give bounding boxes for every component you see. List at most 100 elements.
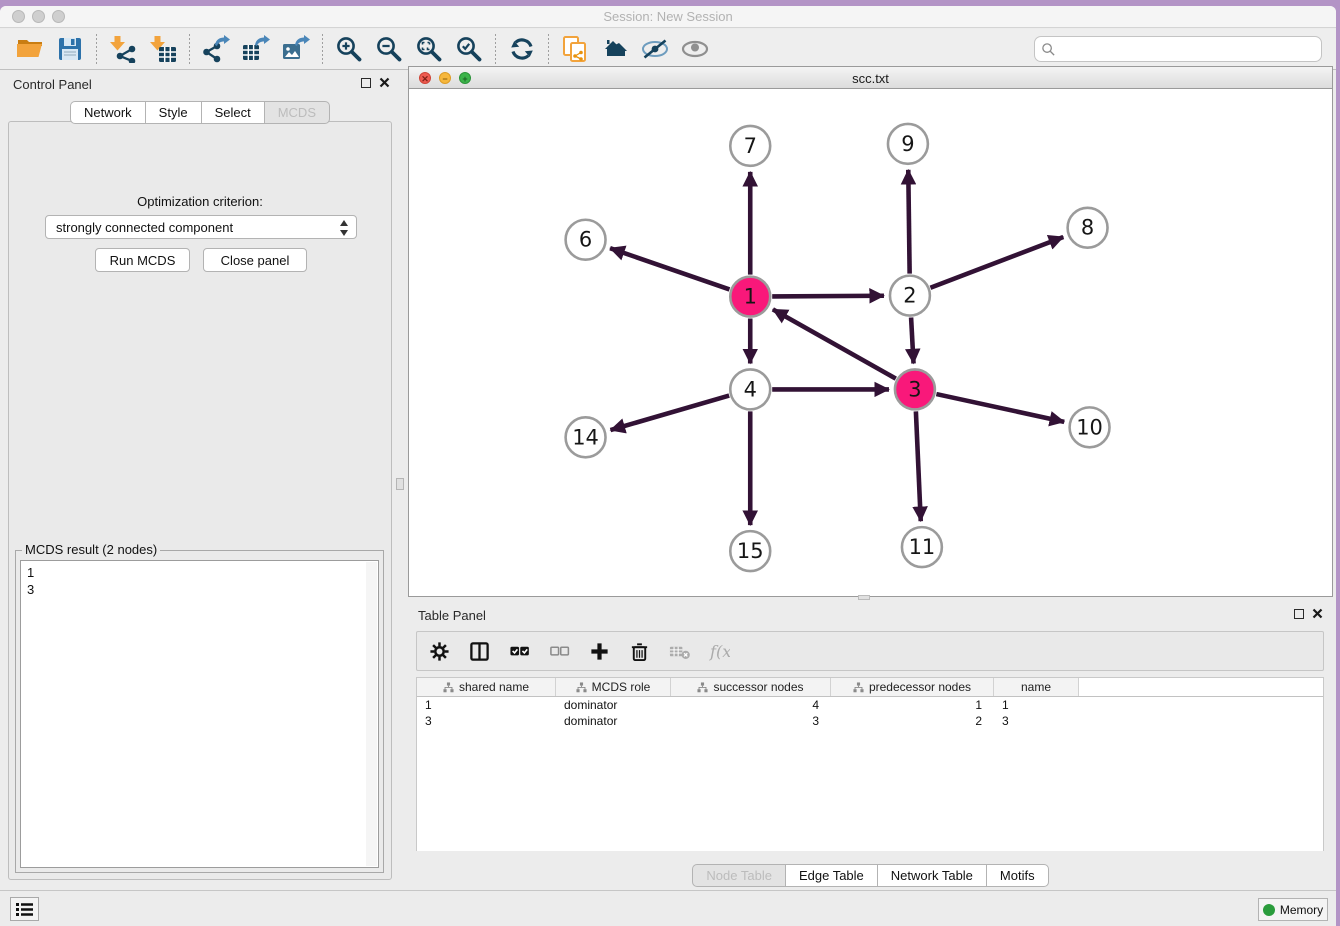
node-7[interactable]: 7 [730,126,770,166]
column-header-name[interactable]: name [994,678,1079,696]
svg-text:4: 4 [744,377,757,401]
tab-mcds[interactable]: MCDS [264,101,330,124]
run-mcds-button[interactable]: Run MCDS [95,248,190,272]
zoom-in-icon [335,35,363,63]
clone-network-icon [561,35,589,63]
tab-node-table[interactable]: Node Table [692,864,785,887]
memory-button[interactable]: Memory [1258,898,1328,921]
cell-name[interactable]: 3 [994,713,1079,729]
column-header-predecessor-nodes[interactable]: predecessor nodes [831,678,994,696]
search-input[interactable] [1056,42,1321,57]
column-header-MCDS-role[interactable]: MCDS role [556,678,671,696]
node-11[interactable]: 11 [902,527,942,567]
svg-text:10: 10 [1076,415,1103,439]
search-box[interactable] [1034,36,1322,62]
check-pair-button[interactable] [507,639,531,663]
zoom-out-button[interactable] [369,32,409,66]
import-table-button[interactable] [143,32,183,66]
svg-text:2: 2 [903,284,916,308]
shared-column-icon [697,682,708,693]
node-9[interactable]: 9 [888,124,928,164]
cell-shared-name[interactable]: 1 [417,697,556,713]
eye-slash-button[interactable] [635,32,675,66]
cell-successor-nodes[interactable]: 4 [671,697,831,713]
save-button[interactable] [50,32,90,66]
node-10[interactable]: 10 [1070,407,1110,447]
two-pane-button[interactable] [467,639,491,663]
shared-column-icon [443,682,454,693]
cell-predecessor-nodes[interactable]: 1 [831,697,994,713]
eye-button[interactable] [675,32,715,66]
node-4[interactable]: 4 [730,369,770,409]
node-2[interactable]: 2 [890,276,930,316]
home-button[interactable] [595,32,635,66]
svg-text:1: 1 [744,285,757,309]
edge-3-10[interactable] [936,394,1064,422]
zoom-selected-button[interactable] [449,32,489,66]
tab-network-table[interactable]: Network Table [877,864,986,887]
edge-2-3[interactable] [911,318,913,364]
edge-3-1[interactable] [773,309,896,378]
horizontal-splitter-handle[interactable] [858,595,870,600]
table-row[interactable]: 3dominator323 [417,713,1323,729]
edge-3-11[interactable] [916,411,921,521]
table-header-row: shared nameMCDS rolesuccessor nodesprede… [417,678,1323,697]
vertical-splitter-handle[interactable] [396,478,404,490]
task-history-button[interactable] [10,897,39,921]
tab-select[interactable]: Select [201,101,264,124]
import-network-button[interactable] [103,32,143,66]
table-close-icon[interactable] [1312,608,1323,619]
zoom-out-icon [375,35,403,63]
table-float-icon[interactable] [1294,609,1304,619]
refresh-button[interactable] [502,32,542,66]
cell-name[interactable]: 1 [994,697,1079,713]
export-table-button[interactable] [236,32,276,66]
float-panel-icon[interactable] [361,78,371,88]
open-folder-button[interactable] [10,32,50,66]
optimization-dropdown[interactable]: strongly connected component [45,215,357,239]
zoom-in-button[interactable] [329,32,369,66]
node-6[interactable]: 6 [566,220,606,260]
close-panel-icon[interactable] [379,77,390,88]
column-header-shared-name[interactable]: shared name [417,678,556,696]
table-row[interactable]: 1dominator411 [417,697,1323,713]
edge-1-6[interactable] [610,248,729,289]
fx-icon: f(x) [709,641,730,662]
edge-4-14[interactable] [610,396,729,431]
uncheck-pair-button[interactable] [547,639,571,663]
node-15[interactable]: 15 [730,531,770,571]
node-14[interactable]: 14 [566,417,606,457]
toolbar [0,29,1336,70]
tab-motifs[interactable]: Motifs [986,864,1049,887]
node-1[interactable]: 1 [730,277,770,317]
mcds-result-area[interactable]: 1 3 [20,560,379,868]
tab-network[interactable]: Network [70,101,145,124]
node-table[interactable]: shared nameMCDS rolesuccessor nodesprede… [416,677,1324,851]
network-graph[interactable]: 7 9 6 8 1 2 4 3 14 10 15 11 [409,90,1332,596]
trash-button[interactable] [627,639,651,663]
cell-MCDS-role[interactable]: dominator [556,713,671,729]
column-header-successor-nodes[interactable]: successor nodes [671,678,831,696]
network-canvas[interactable]: 7 9 6 8 1 2 4 3 14 10 15 11 [409,90,1332,596]
cell-shared-name[interactable]: 3 [417,713,556,729]
cell-MCDS-role[interactable]: dominator [556,697,671,713]
edge-1-2[interactable] [772,296,884,297]
network-window-titlebar[interactable]: ✕ − + scc.txt [409,67,1332,89]
edge-2-9[interactable] [908,170,909,274]
tab-edge-table[interactable]: Edge Table [785,864,877,887]
tab-style[interactable]: Style [145,101,201,124]
cell-predecessor-nodes[interactable]: 2 [831,713,994,729]
window-titlebar[interactable]: Session: New Session [0,6,1336,28]
result-scrollbar[interactable] [366,562,377,866]
zoom-fit-button[interactable] [409,32,449,66]
cell-successor-nodes[interactable]: 3 [671,713,831,729]
node-8[interactable]: 8 [1068,208,1108,248]
export-network-button[interactable] [196,32,236,66]
close-panel-button[interactable]: Close panel [203,248,307,272]
edge-2-8[interactable] [930,237,1063,288]
plus-button[interactable] [587,639,611,663]
node-3[interactable]: 3 [895,369,935,409]
clone-network-button[interactable] [555,32,595,66]
export-image-button[interactable] [276,32,316,66]
gear-button[interactable] [427,639,451,663]
